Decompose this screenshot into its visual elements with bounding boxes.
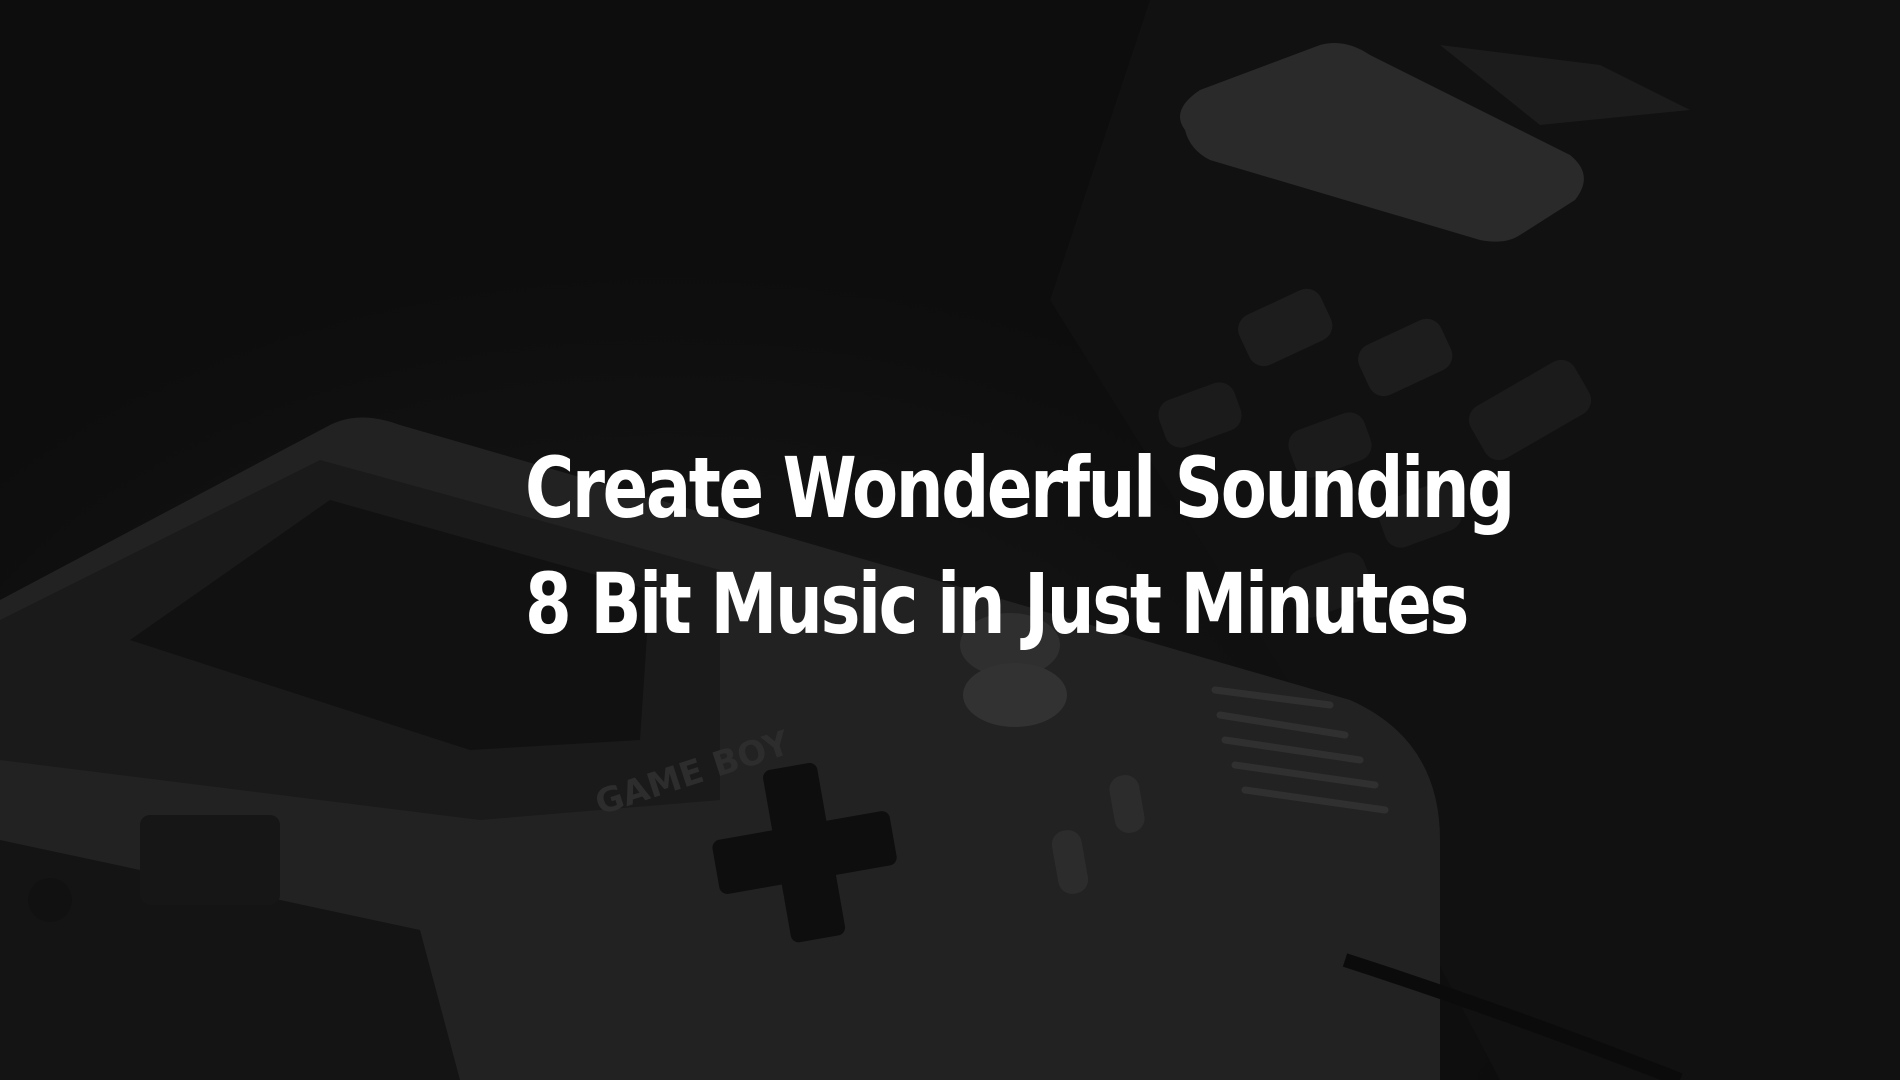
hero-headline: Create Wonderful Sounding 8 Bit Music in… <box>525 430 1515 662</box>
hero-banner: GAME BOY Create Wonderful Sounding 8 Bit… <box>0 0 1900 1080</box>
hero-headline-line-2: 8 Bit Music in Just Minutes <box>525 555 1469 653</box>
hero-headline-line-1: Create Wonderful Sounding <box>525 439 1515 537</box>
